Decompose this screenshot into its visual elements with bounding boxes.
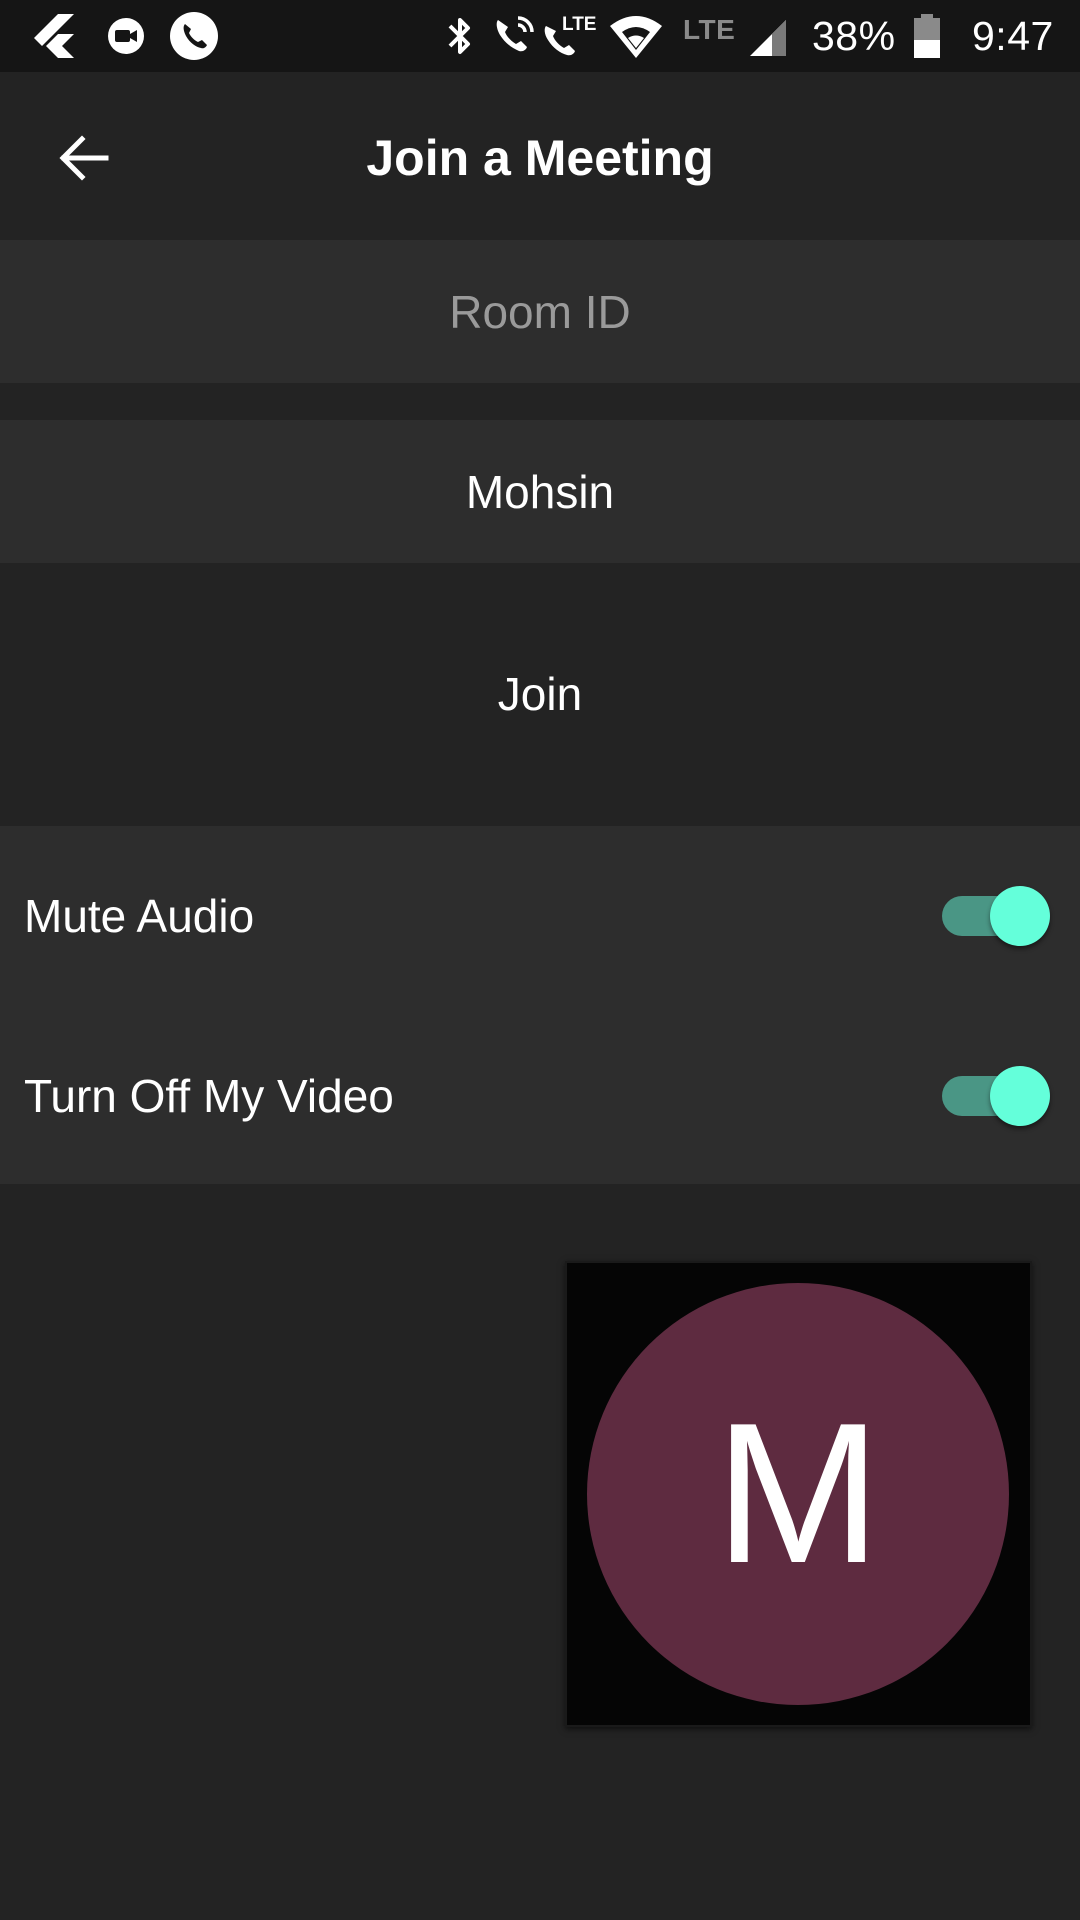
turn-off-video-toggle[interactable]	[940, 1066, 1052, 1126]
lte-label: LTE	[683, 14, 736, 45]
meeting-options: Mute Audio Turn Off My Video	[0, 826, 1080, 1184]
option-mute-audio: Mute Audio	[0, 826, 1080, 1006]
battery-percent: 38%	[812, 13, 896, 59]
turn-off-video-label: Turn Off My Video	[24, 1070, 394, 1122]
join-meeting-screen: LTE LTE 38% 9:47 Join a Meeting Room ID …	[0, 0, 1080, 1920]
mute-audio-label: Mute Audio	[24, 890, 255, 942]
option-turn-off-video: Turn Off My Video	[0, 1006, 1080, 1186]
clock-time: 9:47	[972, 13, 1054, 59]
toggle-thumb	[990, 886, 1050, 946]
room-id-field-container	[0, 240, 1080, 383]
svg-text:LTE: LTE	[562, 14, 596, 35]
lte-call-icon: LTE	[544, 14, 596, 56]
wifi-icon	[610, 16, 662, 58]
app-bar: Join a Meeting	[0, 72, 1080, 240]
join-button[interactable]: Join	[0, 564, 1080, 824]
toggle-thumb	[990, 1066, 1050, 1126]
display-name-field-container	[0, 420, 1080, 563]
phone-icon	[170, 12, 218, 60]
flutter-icon	[34, 14, 74, 58]
volte-call-icon	[496, 16, 534, 52]
bluetooth-icon	[448, 18, 470, 54]
avatar: M	[587, 1283, 1009, 1705]
battery-icon	[914, 14, 940, 58]
back-button[interactable]	[40, 114, 128, 202]
status-bar: LTE LTE 38% 9:47	[0, 0, 1080, 72]
meet-icon	[108, 18, 144, 54]
arrow-back-icon	[59, 135, 109, 181]
signal-icon	[750, 20, 786, 56]
room-id-input[interactable]	[0, 240, 1080, 383]
display-name-input[interactable]	[0, 420, 1080, 563]
page-title: Join a Meeting	[366, 130, 714, 186]
mute-audio-toggle[interactable]	[940, 886, 1052, 946]
self-video-preview: M	[565, 1261, 1032, 1727]
